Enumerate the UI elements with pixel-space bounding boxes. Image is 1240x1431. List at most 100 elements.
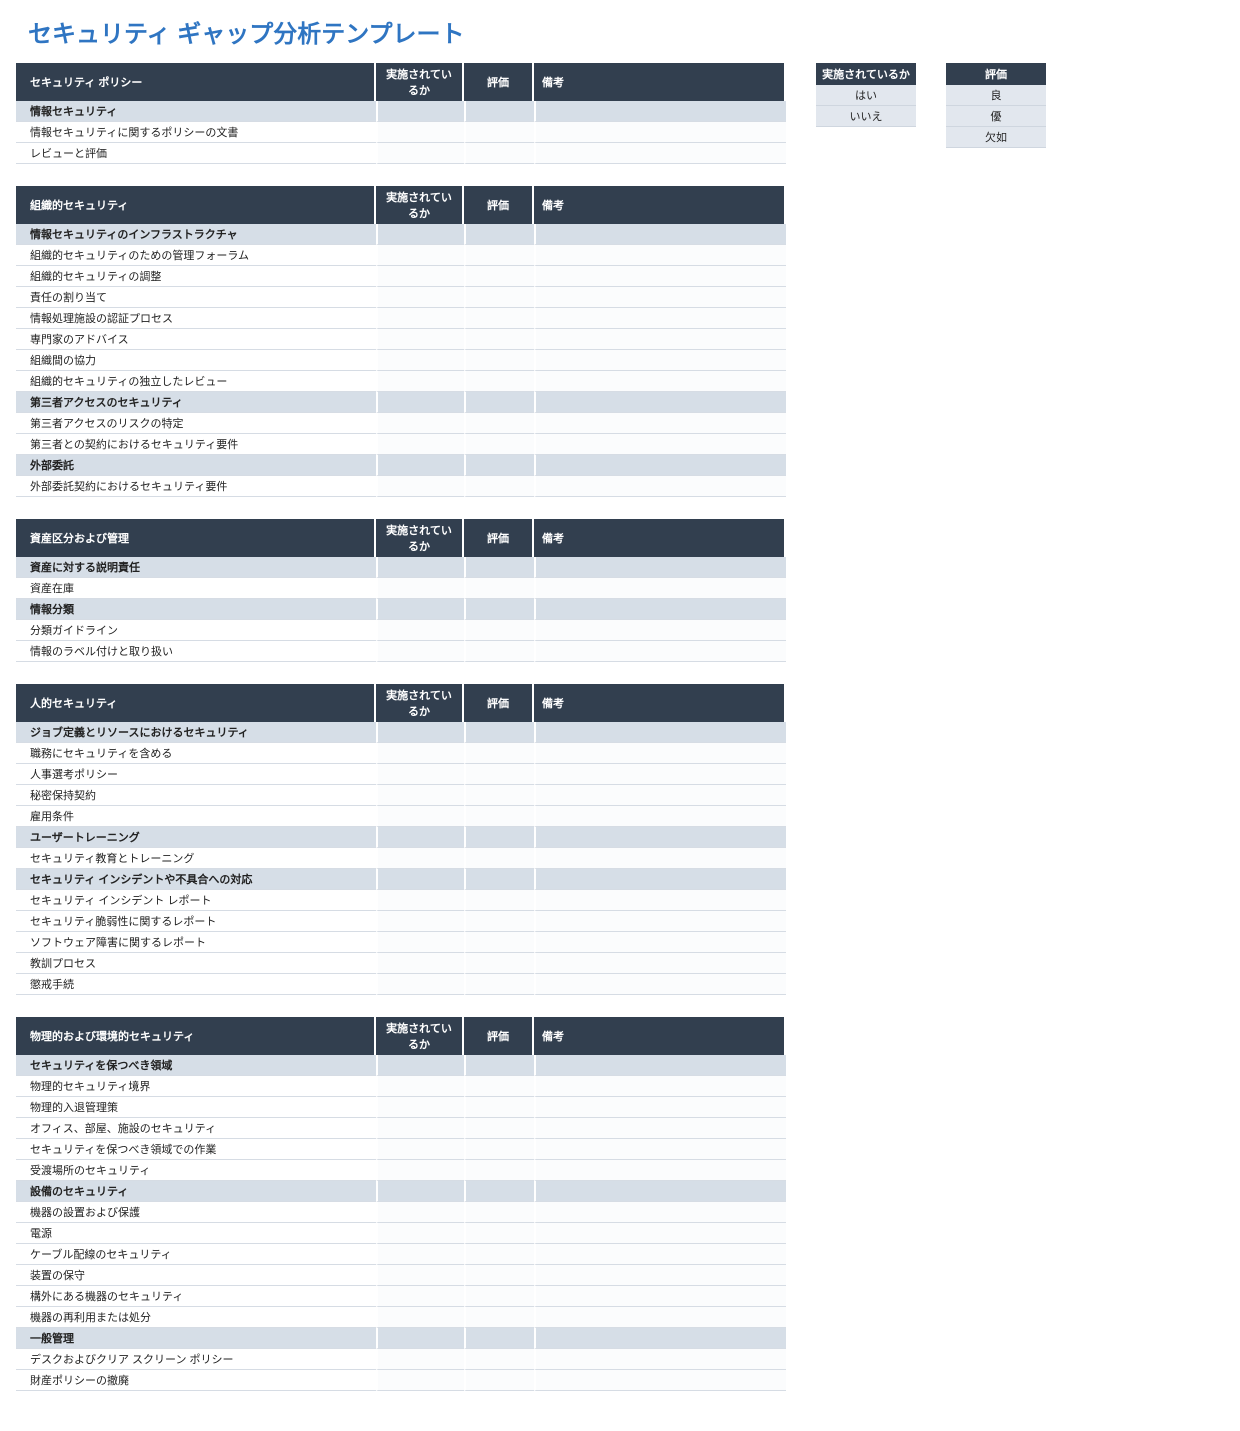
cell-rating[interactable] [464, 350, 534, 371]
cell-implemented[interactable] [376, 953, 464, 974]
cell-notes[interactable] [534, 641, 786, 662]
cell-rating[interactable] [464, 911, 534, 932]
cell-implemented[interactable] [376, 785, 464, 806]
cell-implemented[interactable] [376, 308, 464, 329]
cell-rating[interactable] [464, 143, 534, 164]
cell-implemented[interactable] [376, 764, 464, 785]
cell-notes[interactable] [534, 266, 786, 287]
cell-rating[interactable] [464, 641, 534, 662]
cell-rating[interactable] [464, 1076, 534, 1097]
cell-implemented[interactable] [376, 911, 464, 932]
cell-notes[interactable] [534, 476, 786, 497]
cell-rating[interactable] [464, 743, 534, 764]
cell-rating[interactable] [464, 1160, 534, 1181]
cell-notes[interactable] [534, 764, 786, 785]
cell-notes[interactable] [534, 1223, 786, 1244]
cell-rating[interactable] [464, 245, 534, 266]
cell-notes[interactable] [534, 1097, 786, 1118]
cell-notes[interactable] [534, 1076, 786, 1097]
cell-rating[interactable] [464, 413, 534, 434]
cell-notes[interactable] [534, 1244, 786, 1265]
cell-implemented[interactable] [376, 371, 464, 392]
cell-implemented[interactable] [376, 1160, 464, 1181]
cell-rating[interactable] [464, 932, 534, 953]
cell-notes[interactable] [534, 1139, 786, 1160]
cell-notes[interactable] [534, 329, 786, 350]
cell-notes[interactable] [534, 620, 786, 641]
cell-rating[interactable] [464, 434, 534, 455]
cell-rating[interactable] [464, 1244, 534, 1265]
cell-implemented[interactable] [376, 620, 464, 641]
cell-rating[interactable] [464, 1118, 534, 1139]
cell-implemented[interactable] [376, 974, 464, 995]
cell-notes[interactable] [534, 785, 786, 806]
cell-notes[interactable] [534, 1307, 786, 1328]
cell-notes[interactable] [534, 953, 786, 974]
cell-implemented[interactable] [376, 413, 464, 434]
cell-implemented[interactable] [376, 1244, 464, 1265]
cell-rating[interactable] [464, 1097, 534, 1118]
cell-notes[interactable] [534, 1118, 786, 1139]
cell-implemented[interactable] [376, 641, 464, 662]
cell-implemented[interactable] [376, 1265, 464, 1286]
cell-rating[interactable] [464, 122, 534, 143]
cell-notes[interactable] [534, 743, 786, 764]
cell-rating[interactable] [464, 890, 534, 911]
cell-implemented[interactable] [376, 1076, 464, 1097]
cell-notes[interactable] [534, 287, 786, 308]
cell-notes[interactable] [534, 806, 786, 827]
cell-implemented[interactable] [376, 1223, 464, 1244]
cell-rating[interactable] [464, 1286, 534, 1307]
cell-implemented[interactable] [376, 1370, 464, 1391]
cell-rating[interactable] [464, 785, 534, 806]
cell-notes[interactable] [534, 1349, 786, 1370]
cell-implemented[interactable] [376, 1349, 464, 1370]
cell-implemented[interactable] [376, 1202, 464, 1223]
cell-rating[interactable] [464, 1307, 534, 1328]
cell-implemented[interactable] [376, 1118, 464, 1139]
cell-notes[interactable] [534, 1265, 786, 1286]
cell-implemented[interactable] [376, 245, 464, 266]
cell-implemented[interactable] [376, 329, 464, 350]
cell-implemented[interactable] [376, 143, 464, 164]
cell-notes[interactable] [534, 434, 786, 455]
cell-notes[interactable] [534, 245, 786, 266]
cell-implemented[interactable] [376, 287, 464, 308]
cell-rating[interactable] [464, 1202, 534, 1223]
cell-notes[interactable] [534, 1286, 786, 1307]
cell-implemented[interactable] [376, 1139, 464, 1160]
cell-notes[interactable] [534, 371, 786, 392]
cell-implemented[interactable] [376, 848, 464, 869]
cell-rating[interactable] [464, 329, 534, 350]
cell-notes[interactable] [534, 350, 786, 371]
cell-rating[interactable] [464, 620, 534, 641]
cell-implemented[interactable] [376, 350, 464, 371]
cell-notes[interactable] [534, 911, 786, 932]
cell-implemented[interactable] [376, 1097, 464, 1118]
cell-notes[interactable] [534, 578, 786, 599]
cell-rating[interactable] [464, 371, 534, 392]
cell-notes[interactable] [534, 1202, 786, 1223]
cell-notes[interactable] [534, 143, 786, 164]
cell-implemented[interactable] [376, 578, 464, 599]
cell-rating[interactable] [464, 806, 534, 827]
cell-rating[interactable] [464, 1349, 534, 1370]
cell-implemented[interactable] [376, 476, 464, 497]
cell-notes[interactable] [534, 890, 786, 911]
cell-rating[interactable] [464, 953, 534, 974]
cell-rating[interactable] [464, 1370, 534, 1391]
cell-notes[interactable] [534, 308, 786, 329]
cell-implemented[interactable] [376, 743, 464, 764]
cell-implemented[interactable] [376, 266, 464, 287]
cell-rating[interactable] [464, 476, 534, 497]
cell-notes[interactable] [534, 1370, 786, 1391]
cell-notes[interactable] [534, 1160, 786, 1181]
cell-implemented[interactable] [376, 1307, 464, 1328]
cell-implemented[interactable] [376, 122, 464, 143]
cell-rating[interactable] [464, 266, 534, 287]
cell-notes[interactable] [534, 848, 786, 869]
cell-rating[interactable] [464, 1139, 534, 1160]
cell-implemented[interactable] [376, 434, 464, 455]
cell-rating[interactable] [464, 974, 534, 995]
cell-rating[interactable] [464, 287, 534, 308]
